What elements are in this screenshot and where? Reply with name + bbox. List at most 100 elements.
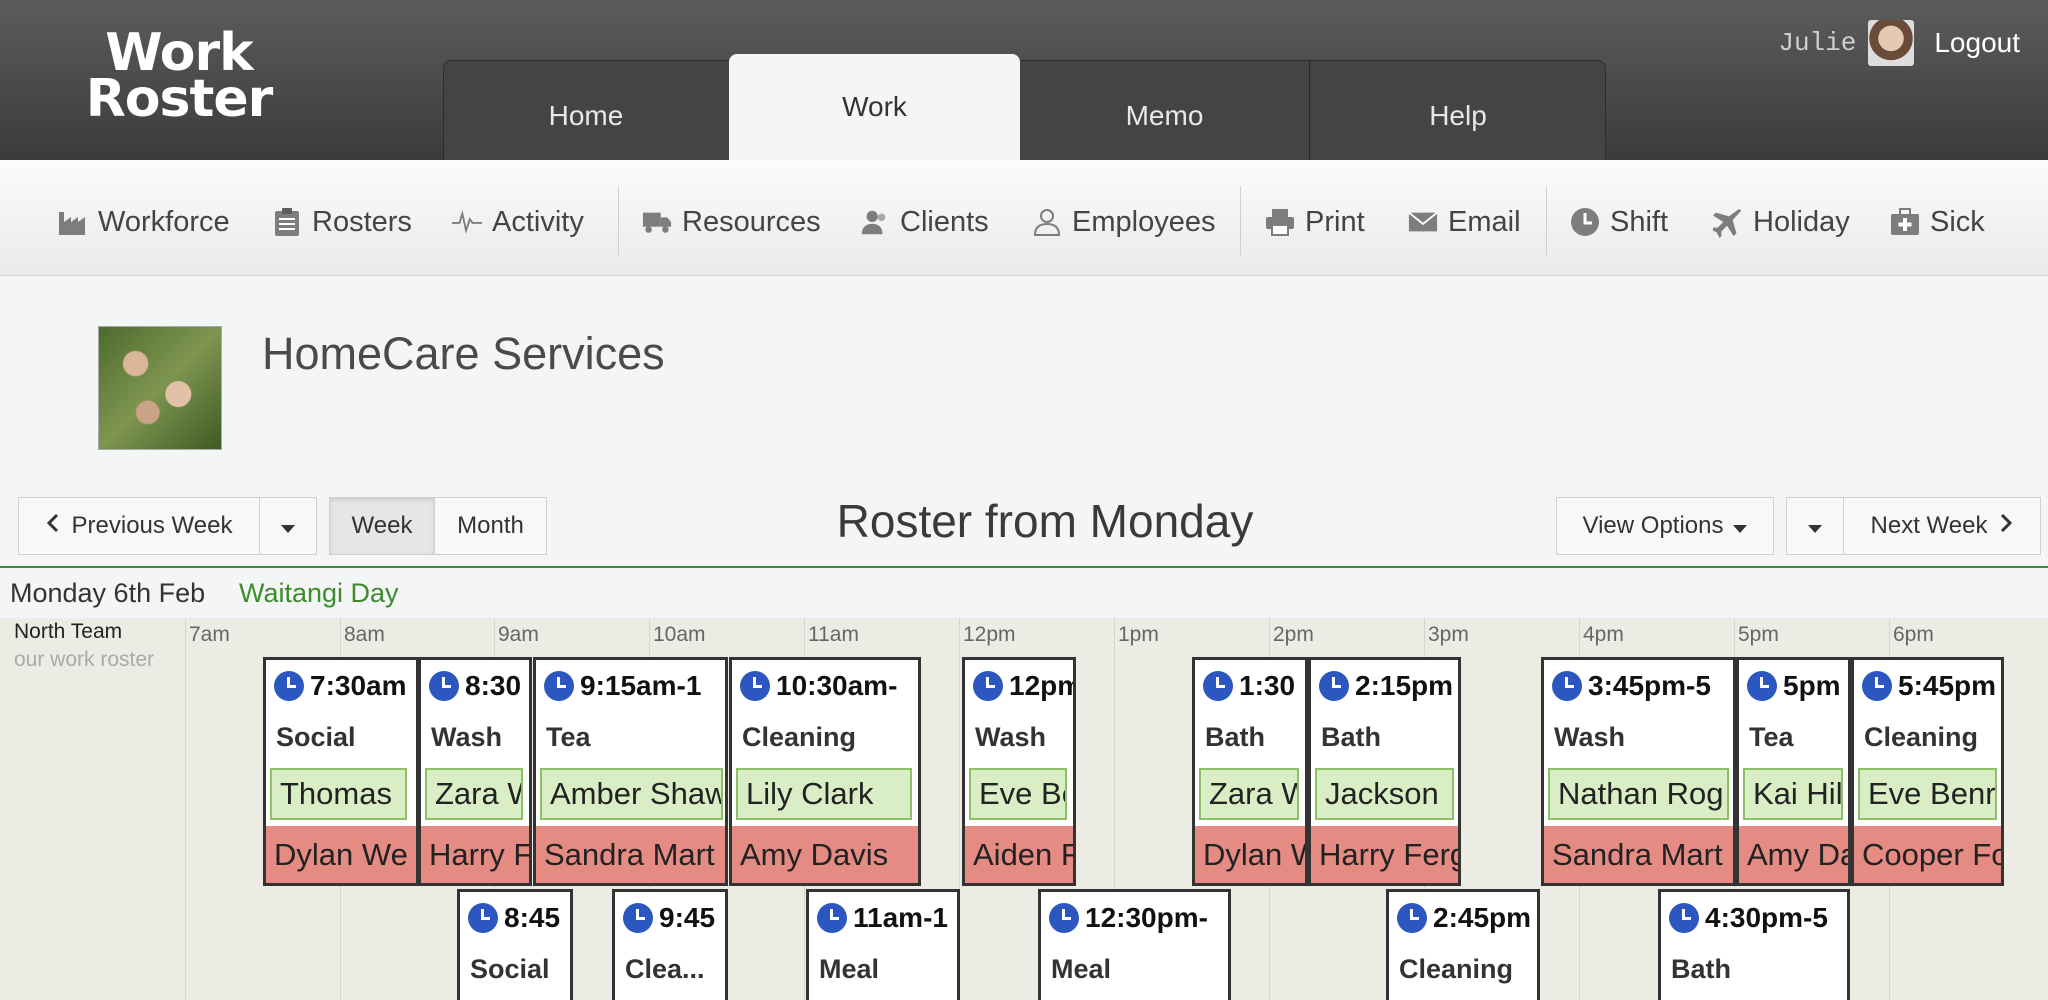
shift-time: 9:45 [659, 902, 716, 933]
shift-card[interactable]: 8:30 Wash Zara W Harry F [418, 657, 532, 886]
shift-time: 12:30pm- [1085, 902, 1208, 933]
shift-staff[interactable]: Harry Ferg [1311, 826, 1458, 883]
toolbar-rosters-label: Rosters [312, 205, 412, 238]
shift-client[interactable]: Thomas [270, 768, 407, 820]
shift-card[interactable]: 5:45pm Cleaning Eve Benr Cooper Fo [1851, 657, 2004, 886]
shift-client[interactable]: Nathan Rog [1548, 768, 1729, 820]
shift-staff[interactable]: Amy Da [1739, 826, 1848, 883]
clock-icon [817, 903, 847, 933]
shift-client[interactable]: Zara W [1199, 768, 1299, 820]
tab-home[interactable]: Home [443, 60, 730, 160]
toolbar-print-label: Print [1305, 205, 1365, 238]
shift-task: Bath [1205, 722, 1265, 752]
clock-icon [429, 671, 459, 701]
chevron-left-icon [46, 512, 60, 540]
shift-client[interactable]: Jackson [1315, 768, 1454, 820]
tab-work[interactable]: Work [729, 54, 1020, 160]
hour-label: 4pm [1583, 623, 1624, 646]
shift-card[interactable]: 10:30am- Cleaning Lily Clark Amy Davis [729, 657, 921, 886]
clock-icon [1862, 671, 1892, 701]
shift-card[interactable]: 12pm Wash Eve Be Aiden F [962, 657, 1076, 886]
toolbar-employees-label: Employees [1072, 205, 1216, 238]
tab-memo[interactable]: Memo [1020, 60, 1310, 160]
toolbar-email-label: Email [1448, 205, 1521, 238]
clock-icon [1049, 903, 1079, 933]
shift-card[interactable]: 4:30pm-5 Bath [1658, 889, 1850, 1000]
shift-task: Meal [1051, 954, 1112, 984]
avatar[interactable] [1868, 20, 1915, 66]
tab-help[interactable]: Help [1310, 60, 1606, 160]
shift-staff[interactable]: Amy Davis [732, 826, 918, 883]
toolbar-workforce-label: Workforce [98, 205, 230, 238]
previous-week-dropdown[interactable] [259, 497, 317, 555]
view-options-button[interactable]: View Options [1556, 497, 1774, 555]
shift-card[interactable]: 2:45pm Cleaning [1386, 889, 1540, 1000]
shift-card[interactable]: 3:45pm-5 Wash Nathan Rog Sandra Mart [1541, 657, 1736, 886]
shift-client[interactable]: Eve Be [969, 768, 1067, 820]
shift-client[interactable]: Kai Hil [1743, 768, 1843, 820]
shift-time: 5:45pm [1898, 670, 1997, 701]
shift-task: Tea [546, 722, 591, 752]
shift-staff[interactable]: Sandra Mart [1544, 826, 1733, 883]
shift-task: Tea [1749, 722, 1794, 752]
clock-icon [1203, 671, 1233, 701]
shift-time: 7:30am [310, 670, 407, 701]
view-options-label: View Options [1582, 512, 1724, 539]
toolbar-activity[interactable]: Activity [452, 202, 584, 242]
shift-card[interactable]: 2:15pm Bath Jackson Harry Ferg [1308, 657, 1461, 886]
toolbar-divider [1546, 186, 1547, 256]
toolbar-resources[interactable]: Resources [642, 202, 821, 242]
week-view-button[interactable]: Week [329, 497, 435, 555]
hour-label: 3pm [1428, 623, 1469, 646]
shift-time: 8:30 [465, 670, 522, 701]
shift-task: Wash [431, 722, 503, 752]
month-view-button[interactable]: Month [434, 497, 547, 555]
shift-card[interactable]: 5pm Tea Kai Hil Amy Da [1736, 657, 1851, 886]
toolbar-rosters[interactable]: Rosters [272, 202, 412, 242]
toolbar-shift[interactable]: Shift [1570, 202, 1668, 242]
shift-card[interactable]: 11am-1 Meal [806, 889, 960, 1000]
shift-card[interactable]: 9:15am-1 Tea Amber Shaw Sandra Mart [533, 657, 728, 886]
shift-client[interactable]: Lily Clark [736, 768, 912, 820]
logout-link[interactable]: Logout [1934, 27, 2020, 59]
toolbar-employees[interactable]: Employees [1032, 202, 1215, 242]
clock-icon [1570, 207, 1600, 237]
app-logo[interactable]: Work Roster [84, 27, 274, 125]
shift-client[interactable]: Amber Shaw [540, 768, 723, 820]
clipboard-icon [272, 207, 302, 237]
toolbar-holiday[interactable]: Holiday [1713, 202, 1850, 242]
clock-icon [1319, 671, 1349, 701]
shift-staff[interactable]: Dylan We [266, 826, 416, 883]
shift-time: 8:45 [504, 902, 561, 933]
shift-staff[interactable]: Aiden F [965, 826, 1073, 883]
shift-staff[interactable]: Dylan W [1195, 826, 1305, 883]
shift-staff[interactable]: Cooper Fo [1854, 826, 2001, 883]
shift-card[interactable]: 9:45 Clea... [612, 889, 728, 1000]
printer-icon [1265, 207, 1295, 237]
toolbar-email[interactable]: Email [1408, 202, 1521, 242]
caret-down-icon [1808, 512, 1822, 540]
shift-staff[interactable]: Sandra Mart [536, 826, 725, 883]
users-icon [860, 207, 890, 237]
shift-card[interactable]: 1:30 Bath Zara W Dylan W [1192, 657, 1308, 886]
previous-week-button[interactable]: Previous Week [18, 497, 260, 555]
hour-label: 1pm [1118, 623, 1159, 646]
shift-client[interactable]: Eve Benr [1858, 768, 1997, 820]
factory-icon [58, 207, 88, 237]
shift-card[interactable]: 8:45 Social [457, 889, 573, 1000]
shift-card[interactable]: 12:30pm- Meal [1038, 889, 1231, 1000]
toolbar-sick[interactable]: Sick [1890, 202, 1985, 242]
toolbar-clients[interactable]: Clients [860, 202, 989, 242]
next-week-dropdown[interactable] [1786, 497, 1844, 555]
next-week-button[interactable]: Next Week [1843, 497, 2041, 555]
toolbar-print[interactable]: Print [1265, 202, 1365, 242]
holiday-label: Waitangi Day [239, 578, 399, 608]
toolbar-workforce[interactable]: Workforce [58, 202, 230, 242]
shift-task: Clea... [625, 954, 705, 984]
shift-card[interactable]: 7:30am Social Thomas Dylan We [263, 657, 419, 886]
shift-staff[interactable]: Harry F [421, 826, 529, 883]
shift-task: Social [470, 954, 550, 984]
shift-client[interactable]: Zara W [425, 768, 523, 820]
organisation-image [98, 326, 222, 450]
previous-week-label: Previous Week [71, 512, 233, 539]
